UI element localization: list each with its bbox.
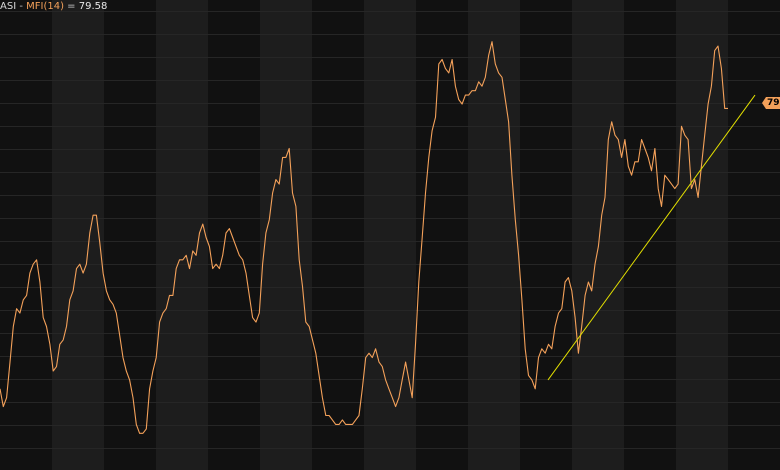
chart-background-bands (0, 0, 780, 470)
background-band (156, 0, 208, 470)
background-band (676, 0, 728, 470)
background-band (260, 0, 312, 470)
background-band (416, 0, 468, 470)
background-band (520, 0, 572, 470)
legend-ticker: ASI (0, 1, 17, 12)
legend-separator: - (16, 1, 27, 12)
background-band (52, 0, 104, 470)
background-band (468, 0, 520, 470)
chart-panel[interactable]: ASI - MFI(14) = 79.58 79 (0, 0, 780, 470)
background-band (312, 0, 364, 470)
mfi-chart[interactable] (0, 0, 780, 470)
background-band (728, 0, 780, 470)
background-band (624, 0, 676, 470)
legend-indicator-name: MFI(14) (26, 1, 64, 12)
indicator-legend: ASI - MFI(14) = 79.58 (0, 1, 107, 13)
value-tag-label: 79 (767, 98, 780, 108)
background-band (0, 0, 52, 470)
background-band (208, 0, 260, 470)
background-band (364, 0, 416, 470)
legend-indicator-value: 79.58 (78, 1, 108, 12)
legend-equals: = (63, 1, 79, 12)
background-band (572, 0, 624, 470)
last-value-tag: 79 (762, 97, 780, 109)
